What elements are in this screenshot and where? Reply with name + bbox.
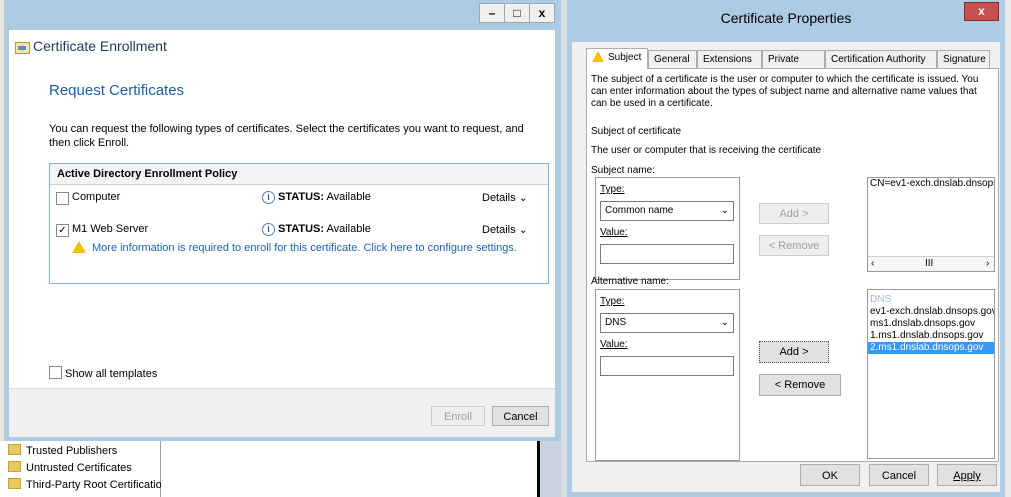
subject-name-group: Type: Common name ⌄ Value: — [595, 177, 740, 280]
subject-of-certificate-label: Subject of certificate — [591, 126, 682, 137]
add-subject-button[interactable]: Add > — [759, 203, 829, 224]
tree-item-third-party-root[interactable]: Third-Party Root Certification — [8, 477, 168, 493]
tab-signature[interactable]: Signature — [937, 50, 990, 68]
list-item[interactable]: ms1.dnslab.dnsops.gov — [868, 318, 994, 330]
certificate-enrollment-window: – □ x Certificate Enrollment Request Cer… — [4, 0, 561, 441]
scroll-thumb[interactable]: III — [925, 257, 933, 270]
folder-icon — [8, 478, 21, 489]
list-item[interactable]: DNS — [868, 294, 994, 306]
subject-description: The subject of a certificate is the user… — [591, 74, 979, 109]
subject-type-select[interactable]: Common name ⌄ — [600, 201, 734, 221]
subject-value-input[interactable] — [600, 244, 734, 264]
wizard-title: Certificate Enrollment — [33, 38, 167, 54]
cert-name: M1 Web Server — [72, 223, 149, 235]
alt-type-select[interactable]: DNS ⌄ — [600, 313, 734, 333]
close-button[interactable]: x — [529, 3, 555, 23]
wizard-content: Request Certificates You can request the… — [9, 60, 555, 388]
type-label: Type: — [600, 296, 625, 307]
dialog-title: Certificate Properties — [720, 10, 852, 26]
type-label: Type: — [600, 184, 625, 195]
show-all-checkbox[interactable] — [49, 366, 62, 379]
minimize-button[interactable]: – — [479, 3, 505, 23]
scroll-right-icon[interactable]: › — [986, 257, 989, 270]
status: i STATUS: Available — [262, 223, 371, 236]
policy-title: Active Directory Enrollment Policy — [50, 164, 548, 185]
enrollment-policy-box: Active Directory Enrollment Policy Compu… — [49, 163, 549, 284]
list-item-selected[interactable]: 2.ms1.dnslab.dnsops.gov — [868, 342, 994, 354]
screen-edge — [1005, 0, 1011, 497]
tab-extensions[interactable]: Extensions — [697, 50, 762, 68]
remove-alt-button[interactable]: < Remove — [759, 374, 841, 396]
maximize-button[interactable]: □ — [504, 3, 530, 23]
alternative-name-label: Alternative name: — [591, 276, 669, 287]
value-label: Value: — [600, 227, 628, 238]
list-item[interactable]: ev1-exch.dnslab.dnsops.gov — [868, 306, 994, 318]
page-heading: Request Certificates — [49, 82, 185, 99]
cancel-button[interactable]: Cancel — [492, 406, 549, 426]
tree-item-untrusted-certificates[interactable]: Untrusted Certificates — [8, 460, 132, 476]
list-item[interactable]: CN=ev1-exch.dnslab.dnsops.g — [868, 178, 994, 190]
show-all-templates[interactable]: Show all templates — [49, 366, 157, 380]
horizontal-scrollbar[interactable]: ‹ III › — [868, 256, 994, 271]
chevron-down-icon: ⌄ — [720, 317, 729, 328]
background-strip — [540, 441, 561, 497]
web-server-checkbox[interactable]: ✓ — [56, 224, 69, 237]
tab-certification-authority[interactable]: Certification Authority — [825, 50, 937, 68]
wizard-header: Certificate Enrollment — [9, 30, 555, 60]
page-description: You can request the following types of c… — [49, 123, 524, 149]
subject-values-list[interactable]: CN=ev1-exch.dnslab.dnsops.g ‹ III › — [867, 177, 995, 272]
tab-general[interactable]: General — [648, 50, 697, 68]
apply-button[interactable]: Apply — [937, 464, 997, 486]
alt-value-input[interactable] — [600, 356, 734, 376]
info-icon: i — [262, 223, 275, 236]
title-bar[interactable]: – □ x — [4, 0, 561, 30]
remove-subject-button[interactable]: < Remove — [759, 235, 829, 256]
cert-row-computer: Computer i STATUS: Available Details ⌄ — [50, 189, 548, 209]
subject-tab-page: The subject of a certificate is the user… — [586, 68, 999, 462]
mmc-details-pane — [161, 441, 537, 497]
status: i STATUS: Available — [262, 191, 371, 204]
subject-name-label: Subject name: — [591, 165, 655, 176]
subject-sub-label: The user or computer that is receiving t… — [591, 145, 822, 156]
tree-item-trusted-publishers[interactable]: Trusted Publishers — [8, 443, 117, 459]
alternative-name-group: Type: DNS ⌄ Value: — [595, 289, 740, 461]
wizard-footer: Enroll Cancel — [9, 388, 555, 437]
close-button[interactable]: x — [964, 2, 999, 21]
details-toggle[interactable]: Details ⌄ — [482, 191, 528, 204]
alternative-values-list[interactable]: DNS ev1-exch.dnslab.dnsops.gov ms1.dnsla… — [867, 289, 995, 459]
cert-row-web-server: ✓ M1 Web Server i STATUS: Available Detai… — [50, 221, 548, 241]
enroll-button[interactable]: Enroll — [431, 406, 485, 426]
warning-icon — [592, 51, 604, 62]
cert-name: Computer — [72, 191, 121, 203]
scroll-left-icon[interactable]: ‹ — [871, 257, 874, 270]
ok-button[interactable]: OK — [800, 464, 860, 486]
tab-subject[interactable]: Subject — [586, 48, 648, 69]
warning-icon — [72, 241, 86, 253]
details-toggle[interactable]: Details ⌄ — [482, 223, 528, 236]
computer-checkbox[interactable] — [56, 192, 69, 205]
configure-settings-link[interactable]: More information is required to enroll f… — [72, 241, 517, 254]
back-arrow-icon[interactable] — [15, 42, 30, 54]
folder-icon — [8, 461, 21, 472]
tab-private-key[interactable]: Private Key — [762, 50, 825, 83]
wizard-body: Certificate Enrollment Request Certifica… — [9, 30, 555, 437]
certificate-properties-dialog: Certificate Properties x Subject General… — [567, 0, 1005, 497]
list-item[interactable]: 1.ms1.dnslab.dnsops.gov — [868, 330, 994, 342]
mmc-tree-pane: Trusted Publishers Untrusted Certificate… — [0, 441, 168, 497]
folder-icon — [8, 444, 21, 455]
dialog-body: Subject General Extensions Private Key C… — [572, 42, 1000, 492]
chevron-down-icon: ⌄ — [720, 205, 729, 216]
info-icon: i — [262, 191, 275, 204]
cancel-button[interactable]: Cancel — [869, 464, 929, 486]
value-label: Value: — [600, 339, 628, 350]
add-alt-button[interactable]: Add > — [759, 341, 829, 363]
